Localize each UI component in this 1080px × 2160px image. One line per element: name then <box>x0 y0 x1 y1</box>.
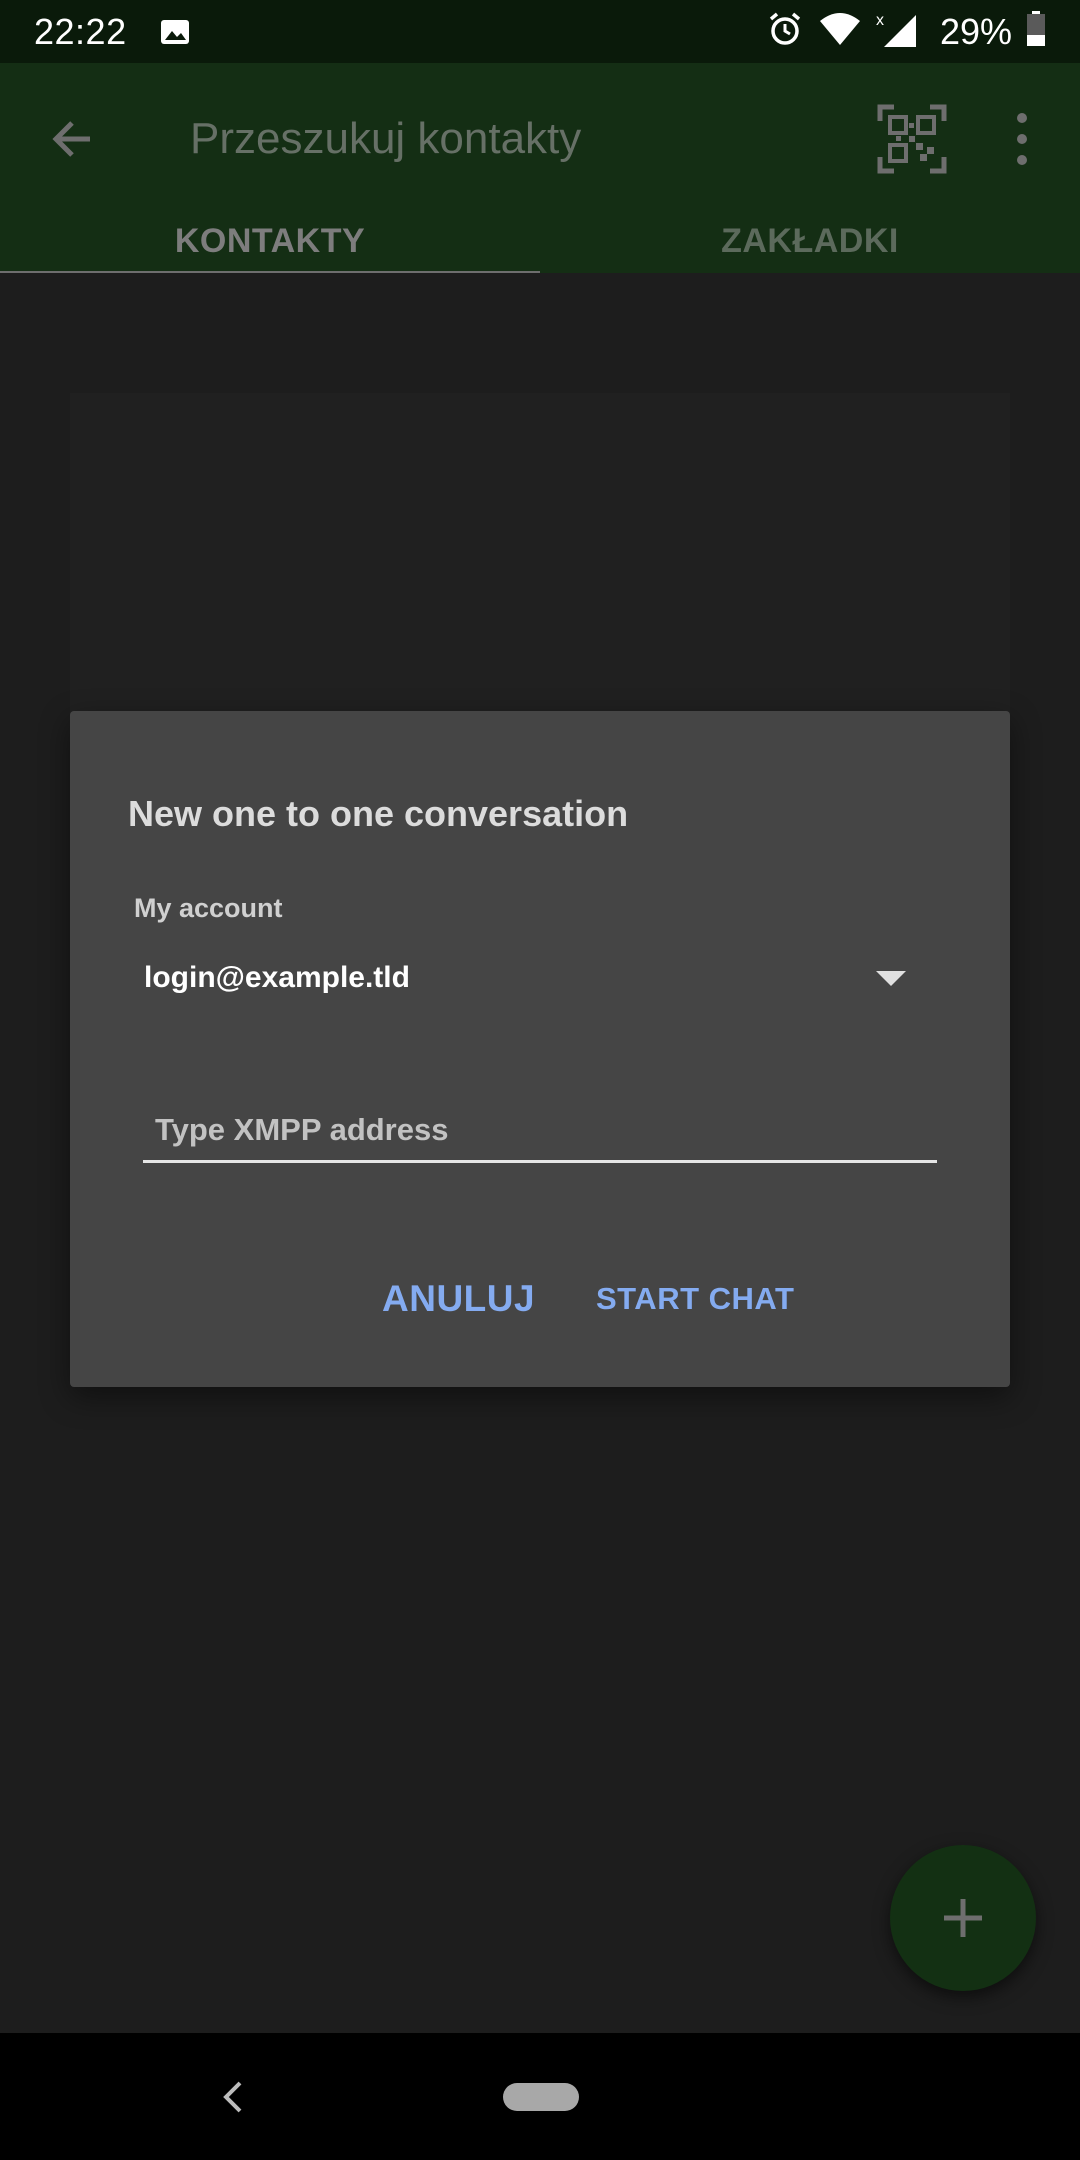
battery-percent: 29% <box>939 10 1012 52</box>
add-fab-button[interactable] <box>890 1845 1036 1991</box>
nav-back-icon <box>223 2081 242 2113</box>
qr-scan-button[interactable] <box>876 103 948 175</box>
nav-back-button[interactable] <box>212 2075 252 2119</box>
tab-bar: KONTAKTY ZAKŁADKI <box>0 210 1080 276</box>
app-bar: KONTAKTY ZAKŁADKI <box>0 63 1080 276</box>
arrow-back-icon <box>52 121 90 157</box>
start-chat-button[interactable]: START CHAT <box>584 1269 806 1329</box>
xmpp-address-input[interactable] <box>143 1099 937 1160</box>
contacts-placeholder <box>70 393 1010 723</box>
status-time: 22:22 <box>34 10 127 52</box>
toolbar <box>0 63 1080 210</box>
tab-zakladki[interactable]: ZAKŁADKI <box>540 210 1080 273</box>
account-label: My account <box>134 893 283 923</box>
new-conversation-dialog: New one to one conversation My account l… <box>70 711 1010 1387</box>
qr-code-scan-icon <box>877 104 947 174</box>
more-vert-icon <box>1017 113 1027 123</box>
dialog-title: New one to one conversation <box>128 793 629 834</box>
battery-icon <box>1026 11 1046 52</box>
alarm-icon <box>766 10 804 53</box>
tab-kontakty[interactable]: KONTAKTY <box>0 210 540 276</box>
nav-home-pill[interactable] <box>503 2083 579 2111</box>
dropdown-arrow-icon <box>876 971 906 986</box>
screen: 22:22 x 29% Przeszukuj kontakty KONTAKTY… <box>0 0 1080 2160</box>
account-value: login@example.tld <box>144 961 410 994</box>
navigation-bar <box>0 2033 1080 2160</box>
svg-text:x: x <box>876 12 884 29</box>
back-button[interactable] <box>40 107 104 171</box>
image-icon <box>159 16 191 48</box>
xmpp-address-field <box>143 1099 937 1163</box>
cancel-button[interactable]: ANULUJ <box>370 1269 547 1329</box>
wifi-icon <box>818 11 862 52</box>
more-options-button[interactable] <box>1002 109 1042 169</box>
status-bar: 22:22 x 29% <box>0 0 1080 63</box>
status-icons: x 29% <box>766 9 1046 54</box>
plus-icon <box>944 1899 982 1937</box>
signal-icon: x <box>876 9 920 54</box>
search-input[interactable] <box>190 107 810 171</box>
account-dropdown[interactable]: login@example.tld <box>134 943 944 1013</box>
